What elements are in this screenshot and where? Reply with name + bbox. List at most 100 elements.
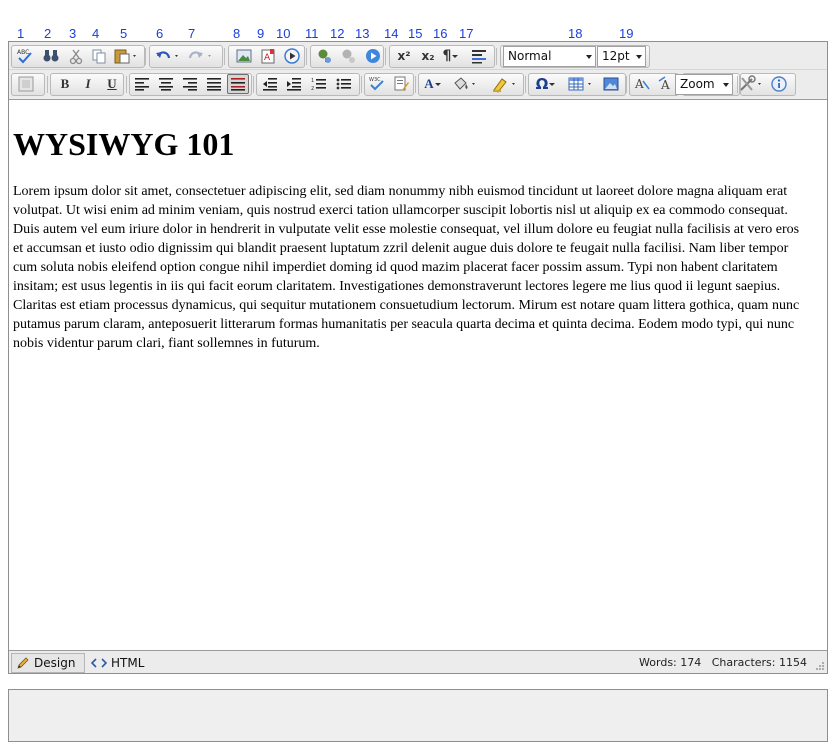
insert-image-button[interactable] — [233, 46, 255, 66]
marker-14: 14 — [384, 26, 399, 41]
toolbar-separator — [525, 76, 526, 93]
link-icon — [318, 49, 331, 63]
spellcheck-button[interactable]: ABC — [14, 46, 36, 66]
scissors-icon — [69, 49, 83, 65]
marker-7: 7 — [188, 26, 196, 41]
italic-button[interactable]: I — [77, 74, 99, 94]
code-brackets-icon — [91, 658, 107, 668]
help-button[interactable] — [768, 74, 790, 94]
align-right-icon — [183, 78, 197, 91]
bullet-list-icon — [336, 78, 351, 90]
lower-panel — [8, 690, 828, 742]
marker-16: 16 — [433, 26, 448, 41]
text-format-button[interactable]: A — [631, 74, 653, 94]
svg-text:A: A — [634, 77, 644, 91]
flash-icon: A — [261, 49, 275, 64]
toolbar-separator — [496, 48, 497, 65]
superscript-button[interactable]: x² — [393, 46, 415, 66]
tools-icon — [740, 75, 761, 91]
binoculars-icon — [43, 50, 59, 62]
pilcrow-icon: ¶ — [442, 48, 452, 64]
toolbar-separator — [306, 48, 307, 65]
tab-html[interactable]: HTML — [91, 653, 144, 673]
special-character-button[interactable]: Ω — [531, 74, 561, 94]
marker-3: 3 — [69, 26, 77, 41]
outdent-icon — [263, 78, 277, 91]
document-heading: WYSIWYG 101 — [13, 126, 235, 162]
highlight-button[interactable] — [490, 74, 520, 94]
paint-bucket-icon — [454, 77, 475, 90]
w3c-validate-button[interactable]: W3C — [366, 74, 388, 94]
text-a-icon: A — [634, 77, 650, 91]
marker-2: 2 — [44, 26, 52, 41]
paragraph-format-value: Normal — [508, 49, 552, 63]
clear-format-button[interactable]: A — [655, 74, 677, 94]
insert-flash-button[interactable]: A — [257, 46, 279, 66]
content-area[interactable]: WYSIWYG 101 Lorem ipsum dolor sit amet, … — [9, 99, 827, 650]
ordered-list-button[interactable]: 12 — [308, 74, 330, 94]
copy-button[interactable] — [88, 46, 110, 66]
marker-9: 9 — [257, 26, 265, 41]
edit-source-button[interactable] — [390, 74, 412, 94]
resize-grip-icon[interactable] — [815, 661, 825, 671]
underline-button[interactable]: U — [101, 74, 123, 94]
background-image-icon — [18, 76, 34, 92]
picture-frame-icon — [603, 77, 619, 91]
tab-design[interactable]: Design — [11, 653, 85, 673]
toolbar-separator — [224, 48, 225, 65]
toolbar-separator — [361, 76, 362, 93]
align-justify-button[interactable] — [203, 74, 225, 94]
svg-text:W3C: W3C — [369, 77, 381, 83]
insert-anchor-button[interactable] — [362, 46, 384, 66]
chevron-down-icon — [586, 55, 592, 59]
insert-table-button[interactable] — [566, 74, 596, 94]
font-color-button[interactable]: A — [420, 74, 446, 94]
word-count: Words: 174 — [639, 656, 702, 669]
cut-button[interactable] — [65, 46, 87, 66]
document-paragraph: Lorem ipsum dolor sit amet, consectetuer… — [13, 184, 800, 351]
bold-button[interactable]: B — [54, 74, 76, 94]
paragraph-format-button[interactable] — [467, 46, 491, 66]
toolbar-row-1: ABC A x² x₂ ¶ Normal 12pt — [9, 42, 827, 70]
insert-media-button[interactable] — [281, 46, 303, 66]
background-image-button[interactable] — [15, 74, 37, 94]
align-left-button[interactable] — [131, 74, 153, 94]
image-map-button[interactable] — [600, 74, 622, 94]
paragraph-marks-button[interactable]: ¶ — [438, 46, 464, 66]
document-edit-icon — [394, 76, 409, 91]
marker-icon — [493, 78, 515, 93]
marker-5: 5 — [120, 26, 128, 41]
align-center-button[interactable] — [155, 74, 177, 94]
undo-button[interactable] — [153, 46, 183, 66]
align-left-icon — [135, 78, 149, 91]
zoom-value: Zoom — [680, 77, 715, 91]
background-color-button[interactable] — [451, 74, 479, 94]
font-size-value: 12pt — [602, 49, 630, 63]
paragraph-format-select[interactable]: Normal — [503, 46, 596, 67]
indent-button[interactable] — [283, 74, 305, 94]
align-full-button[interactable] — [227, 74, 249, 94]
unordered-list-button[interactable] — [333, 74, 355, 94]
omega-icon: Ω — [535, 75, 549, 93]
insert-link-button[interactable] — [314, 46, 336, 66]
find-button[interactable] — [40, 46, 62, 66]
marker-8: 8 — [233, 26, 241, 41]
font-size-select[interactable]: 12pt — [597, 46, 646, 67]
marker-12: 12 — [330, 26, 345, 41]
marker-13: 13 — [355, 26, 370, 41]
align-right-button[interactable] — [179, 74, 201, 94]
subscript-button[interactable]: x₂ — [417, 46, 439, 66]
copy-icon — [92, 49, 106, 64]
paste-button[interactable] — [112, 46, 140, 66]
anchor-icon — [366, 49, 380, 63]
svg-text:ABC: ABC — [17, 49, 29, 56]
modules-button[interactable] — [737, 74, 767, 94]
outdent-button[interactable] — [259, 74, 281, 94]
zoom-select[interactable]: Zoom — [675, 74, 733, 95]
redo-button[interactable] — [186, 46, 216, 66]
align-center-icon — [159, 78, 173, 91]
toolbar-separator — [626, 76, 627, 93]
marker-11: 11 — [305, 26, 319, 41]
remove-link-button[interactable] — [338, 46, 360, 66]
svg-text:A: A — [264, 53, 271, 63]
